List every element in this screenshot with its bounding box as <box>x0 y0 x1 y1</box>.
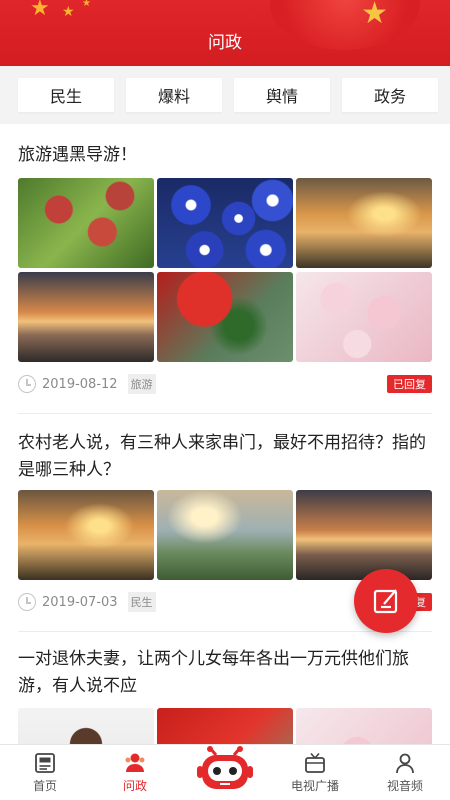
nav-item-wenzheng[interactable]: 问政 <box>90 745 180 800</box>
category-tabs: 民生 爆料 舆情 政务 <box>0 66 450 124</box>
app-header: ★ ★ ★ ★ 问政 <box>0 0 450 66</box>
post-meta: 2019-08-12 旅游 <box>18 374 156 394</box>
post-image[interactable] <box>296 708 432 744</box>
post-image[interactable] <box>18 178 154 268</box>
post-image[interactable] <box>18 490 154 580</box>
status-badge: 已回复 <box>387 375 432 393</box>
post-title: 农村老人说，有三种人来家串门，最好不用招待？指的是哪三种人？ <box>18 433 426 480</box>
tv-icon <box>305 752 325 773</box>
post-image[interactable] <box>157 272 293 362</box>
decor-star-icon: ★ <box>30 0 50 21</box>
newspaper-icon <box>35 753 55 773</box>
user-group-icon <box>125 753 145 772</box>
post-date: 2019-07-03 <box>42 594 118 610</box>
post-date: 2019-08-12 <box>42 376 118 392</box>
nav-item-video[interactable]: 视音频 <box>360 745 450 800</box>
divider <box>18 631 432 632</box>
post-feed: 旅游遇黑导游！ 2019-08-12 旅游 已回复 农村老人说，有三种人来家串门… <box>0 124 450 744</box>
page-title: 问政 <box>208 33 242 53</box>
nav-item-home[interactable]: 首页 <box>0 745 90 800</box>
person-icon <box>396 753 414 774</box>
tab-zhengwu[interactable]: 政务 <box>342 78 438 112</box>
decor-star-icon: ★ <box>62 4 75 20</box>
nav-label: 视音频 <box>386 779 423 793</box>
post-image[interactable] <box>296 490 432 580</box>
tab-yuqing[interactable]: 舆情 <box>234 78 330 112</box>
post-tag: 旅游 <box>127 374 156 394</box>
decor-big-star-icon: ★ <box>361 0 388 31</box>
nav-item-tv[interactable]: 电视广播 <box>270 745 360 800</box>
compose-button[interactable] <box>354 569 418 633</box>
post-title: 一对退休夫妻，让两个儿女每年各出一万元供他们旅游，有人说不应 <box>18 649 409 696</box>
post-meta: 2019-07-03 民生 <box>18 592 156 612</box>
post-image[interactable] <box>18 708 154 744</box>
robot-icon[interactable] <box>196 746 254 796</box>
divider <box>18 413 432 414</box>
post-image[interactable] <box>296 178 432 268</box>
nav-label: 电视广播 <box>290 779 339 793</box>
post-image[interactable] <box>157 178 293 268</box>
nav-label: 首页 <box>32 779 57 793</box>
clock-icon <box>18 593 36 611</box>
decor-star-icon: ★ <box>82 0 91 9</box>
compose-icon <box>373 589 398 614</box>
post-image[interactable] <box>157 708 293 744</box>
tab-baoliao[interactable]: 爆料 <box>126 78 222 112</box>
tab-minsheng[interactable]: 民生 <box>18 78 114 112</box>
nav-label: 问政 <box>122 779 147 793</box>
clock-icon <box>18 375 36 393</box>
post-title: 旅游遇黑导游！ <box>18 145 137 165</box>
post-image[interactable] <box>18 272 154 362</box>
post-tag: 民生 <box>127 592 156 612</box>
post-image[interactable] <box>157 490 293 580</box>
post-image[interactable] <box>296 272 432 362</box>
